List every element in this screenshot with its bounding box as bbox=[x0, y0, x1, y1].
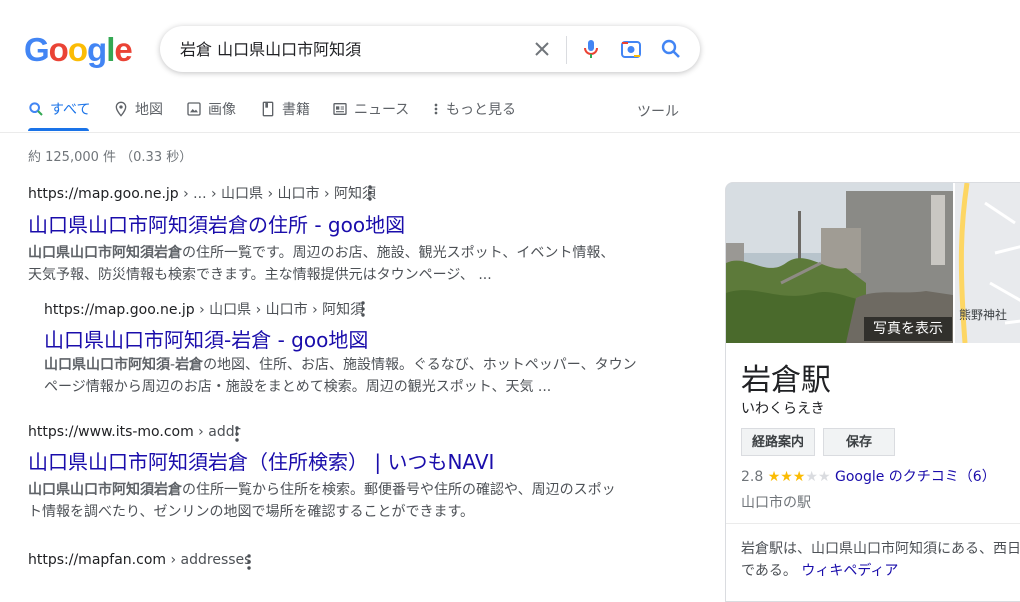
entity-type: 山口市の駅 bbox=[741, 495, 811, 511]
clear-icon[interactable] bbox=[530, 37, 554, 61]
result-snippet: 山口県山口市阿知須-岩倉の地図、住所、お店、施設情報。ぐるなび、ホットペッパー、… bbox=[44, 354, 637, 398]
star-rating: ★★★★★ bbox=[768, 469, 831, 485]
show-photos-button[interactable]: 写真を表示 bbox=[864, 317, 952, 341]
snippet-text: の地図、住所、お店、施設情報。ぐるなび、ホットペッパー、タウン bbox=[203, 357, 637, 373]
result-snippet: 山口県山口市阿知須岩倉の住所一覧から住所を検索。郵便番号や住所の確認や、周辺のス… bbox=[28, 479, 616, 523]
star-filled-icon: ★ bbox=[780, 469, 793, 485]
search-result-sub: https://map.goo.ne.jp › 山口県 › 山口市 › 阿知須 … bbox=[44, 299, 637, 398]
location-map[interactable]: 熊野神社 bbox=[955, 183, 1020, 344]
search-box bbox=[160, 26, 700, 72]
tab-images[interactable]: 画像 bbox=[186, 96, 236, 132]
active-tab-indicator bbox=[28, 128, 89, 131]
tab-books-label: 書籍 bbox=[282, 102, 310, 118]
star-empty-icon: ★ bbox=[805, 469, 818, 485]
panel-divider bbox=[726, 523, 1020, 524]
description-text: である。 bbox=[741, 563, 797, 579]
google-logo[interactable]: Google bbox=[24, 32, 133, 68]
tab-news[interactable]: ニュース bbox=[332, 96, 409, 132]
more-options-icon[interactable] bbox=[241, 552, 257, 572]
result-title-link[interactable]: 山口県山口市阿知須岩倉（住所検索） | いつもNAVI bbox=[28, 446, 616, 475]
result-cite[interactable]: https://map.goo.ne.jp › 山口県 › 山口市 › 阿知須 bbox=[44, 299, 637, 319]
rating-value: 2.8 bbox=[741, 469, 764, 485]
map-pin-icon bbox=[115, 101, 127, 117]
snippet-text: 天気予報、防災情報も検索できます。主な情報提供元はタウンページ、 ... bbox=[28, 267, 492, 283]
tab-images-label: 画像 bbox=[208, 102, 236, 118]
result-title-link[interactable]: 山口県山口市阿知須-岩倉 - goo地図 bbox=[44, 324, 637, 353]
tab-books[interactable]: 書籍 bbox=[260, 96, 310, 132]
rating-row: 2.8 ★★★★★ Google のクチコミ（6） bbox=[741, 466, 996, 486]
entity-title: 岩倉駅 bbox=[741, 363, 831, 398]
search-divider bbox=[566, 36, 567, 64]
result-title-link[interactable]: 山口県山口市阿知須岩倉の住所 - goo地図 bbox=[28, 209, 614, 238]
result-path: › 山口県 › 山口市 › 阿知須 bbox=[194, 302, 365, 318]
result-cite[interactable]: https://map.goo.ne.jp › ... › 山口県 › 山口市 … bbox=[28, 183, 614, 203]
directions-button[interactable]: 経路案内 bbox=[741, 428, 816, 456]
result-domain: https://map.goo.ne.jp bbox=[28, 186, 179, 202]
result-stats: 約 125,000 件 （0.33 秒） bbox=[28, 150, 193, 165]
result-cite[interactable]: https://www.its-mo.com › addr bbox=[28, 424, 616, 440]
more-options-icon[interactable] bbox=[229, 424, 245, 444]
result-snippet: 山口県山口市阿知須岩倉の住所一覧です。周辺のお店、施設、観光スポット、イベント情… bbox=[28, 242, 614, 286]
save-button[interactable]: 保存 bbox=[823, 428, 895, 456]
microphone-icon[interactable] bbox=[579, 37, 603, 61]
book-icon bbox=[262, 101, 274, 117]
search-icon[interactable] bbox=[659, 37, 683, 61]
tab-all-label: すべて bbox=[50, 102, 91, 118]
map-label: 熊野神社 bbox=[959, 308, 1008, 322]
news-icon bbox=[333, 103, 347, 115]
more-options-icon[interactable] bbox=[362, 183, 378, 203]
result-path: › addresses bbox=[166, 552, 252, 568]
search-result: https://mapfan.com › addresses bbox=[28, 552, 251, 570]
search-result: https://map.goo.ne.jp › ... › 山口県 › 山口市 … bbox=[28, 183, 614, 286]
snippet-text: ページ情報から周辺のお店・施設をまとめて検索。周辺の観光スポット、天気 ... bbox=[44, 379, 552, 395]
snippet-highlight: 山口県山口市阿知須 bbox=[44, 357, 170, 373]
search-icon bbox=[29, 102, 43, 116]
snippet-text: の住所一覧から住所を検索。郵便番号や住所の確認や、周辺のスポッ bbox=[182, 482, 616, 498]
snippet-highlight: 山口県山口市阿知須岩倉 bbox=[28, 482, 182, 498]
star-filled-icon: ★ bbox=[767, 469, 781, 485]
entity-reading: いわくらえき bbox=[741, 401, 825, 417]
snippet-text: の住所一覧です。周辺のお店、施設、観光スポット、イベント情報、 bbox=[182, 245, 615, 261]
wikipedia-link[interactable]: ウィキペディア bbox=[801, 563, 898, 579]
more-options-icon[interactable] bbox=[355, 299, 371, 319]
tab-all[interactable]: すべて bbox=[28, 96, 90, 132]
entity-description: 岩倉駅は、山口県山口市阿知須にある、西日 である。 ウィキペディア bbox=[741, 538, 1020, 582]
tools-button[interactable]: ツール bbox=[637, 101, 679, 121]
snippet-highlight: 岩倉 bbox=[175, 357, 204, 373]
star-empty-icon: ★ bbox=[817, 469, 831, 485]
tab-maps-label: 地図 bbox=[135, 102, 163, 118]
knowledge-panel: 写真を表示 熊野神社 岩倉駅 いわくらえき 経路案内 保存 2.8 ★★★★★ … bbox=[725, 182, 1020, 602]
tab-more[interactable]: もっと見る bbox=[432, 96, 516, 132]
description-text: 岩倉駅は、山口県山口市阿知須にある、西日 bbox=[741, 541, 1020, 557]
result-path: › ... › 山口県 › 山口市 › 阿知須 bbox=[178, 186, 377, 202]
reviews-link[interactable]: Google のクチコミ（6） bbox=[835, 469, 996, 485]
image-icon bbox=[187, 102, 201, 116]
search-result: https://www.its-mo.com › addr 山口県山口市阿知須岩… bbox=[28, 424, 616, 523]
result-cite[interactable]: https://mapfan.com › addresses bbox=[28, 552, 251, 568]
snippet-text: ト情報を調べたり、ゼンリンの地図で場所を確認することができます。 bbox=[28, 504, 475, 520]
camera-lens-icon[interactable] bbox=[619, 37, 643, 61]
header-divider bbox=[0, 132, 1020, 133]
tab-maps[interactable]: 地図 bbox=[113, 96, 163, 132]
more-vert-icon bbox=[434, 103, 438, 115]
search-input[interactable] bbox=[180, 36, 520, 60]
snippet-highlight: 山口県山口市阿知須岩倉 bbox=[28, 245, 182, 261]
tab-more-label: もっと見る bbox=[446, 102, 516, 118]
star-filled-icon: ★ bbox=[792, 469, 806, 485]
result-domain: https://www.its-mo.com bbox=[28, 424, 194, 440]
result-domain: https://mapfan.com bbox=[28, 552, 167, 568]
tab-news-label: ニュース bbox=[354, 102, 410, 118]
result-domain: https://map.goo.ne.jp bbox=[44, 302, 195, 318]
